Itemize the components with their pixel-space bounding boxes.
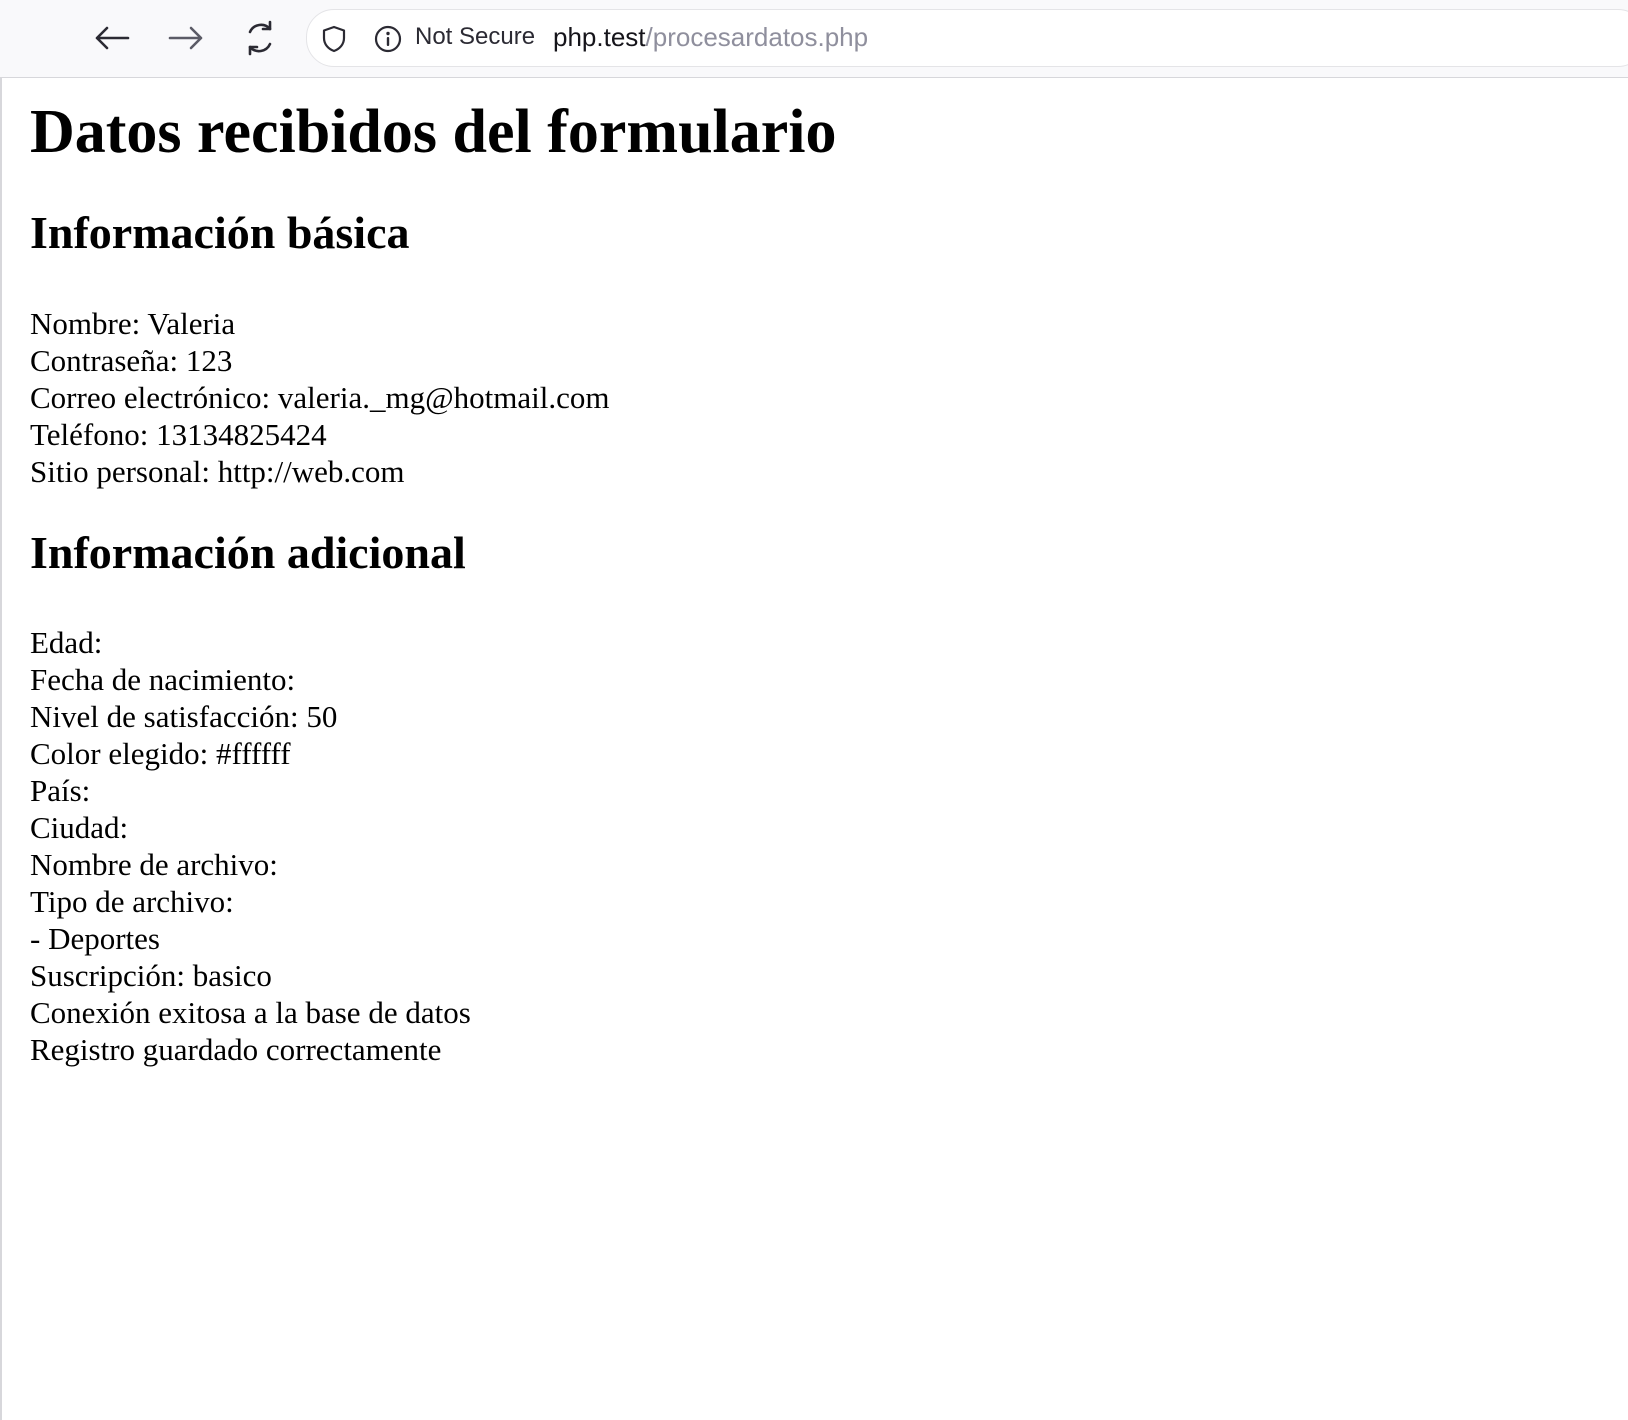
website-line: Sitio personal: http://web.com	[30, 454, 405, 489]
password-line: Contraseña: 123	[30, 343, 233, 378]
basic-info-heading: Información básica	[30, 207, 410, 258]
db-connection-line: Conexión exitosa a la base de datos	[30, 995, 471, 1030]
shield-icon[interactable]	[319, 24, 349, 54]
url-text[interactable]: php.test/procesardatos.php	[553, 22, 868, 53]
forward-arrow-icon	[168, 26, 203, 50]
additional-info-heading: Información adicional	[30, 527, 466, 578]
page-title: Datos recibidos del formulario	[30, 98, 837, 166]
email-line: Correo electrónico: valeria._mg@hotmail.…	[30, 380, 610, 415]
reload-button[interactable]	[238, 16, 282, 60]
phone-line: Teléfono: 13134825424	[30, 417, 327, 452]
name-line: Nombre: Valeria	[30, 306, 236, 341]
reload-icon	[248, 20, 272, 56]
satisfaction-line: Nivel de satisfacción: 50	[30, 699, 338, 734]
interest-line: - Deportes	[30, 921, 160, 956]
back-arrow-icon	[95, 26, 130, 50]
subscription-line: Suscripción: basico	[30, 958, 272, 993]
browser-toolbar: Not Secure php.test/procesardatos.php	[0, 0, 1628, 78]
page-content: Datos recibidos del formulario Informaci…	[0, 78, 1628, 1420]
forward-button[interactable]	[164, 16, 208, 60]
birthdate-line: Fecha de nacimiento:	[30, 662, 296, 697]
city-line: Ciudad:	[30, 810, 129, 845]
url-host: php.test	[553, 22, 646, 52]
info-icon[interactable]	[373, 24, 403, 54]
back-button[interactable]	[90, 16, 134, 60]
color-line: Color elegido: #ffffff	[30, 736, 291, 771]
additional-info-list: Edad: Fecha de nacimiento: Nivel de sati…	[30, 624, 471, 1068]
record-saved-line: Registro guardado correctamente	[30, 1032, 442, 1067]
country-line: País:	[30, 773, 91, 808]
file-type-line: Tipo de archivo:	[30, 884, 234, 919]
file-name-line: Nombre de archivo:	[30, 847, 278, 882]
not-secure-label[interactable]: Not Secure	[415, 23, 535, 51]
basic-info-list: Nombre: Valeria Contraseña: 123 Correo e…	[30, 305, 609, 490]
address-bar[interactable]: Not Secure php.test/procesardatos.php	[306, 9, 1628, 67]
age-line: Edad:	[30, 625, 103, 660]
url-path: /procesardatos.php	[645, 22, 869, 52]
